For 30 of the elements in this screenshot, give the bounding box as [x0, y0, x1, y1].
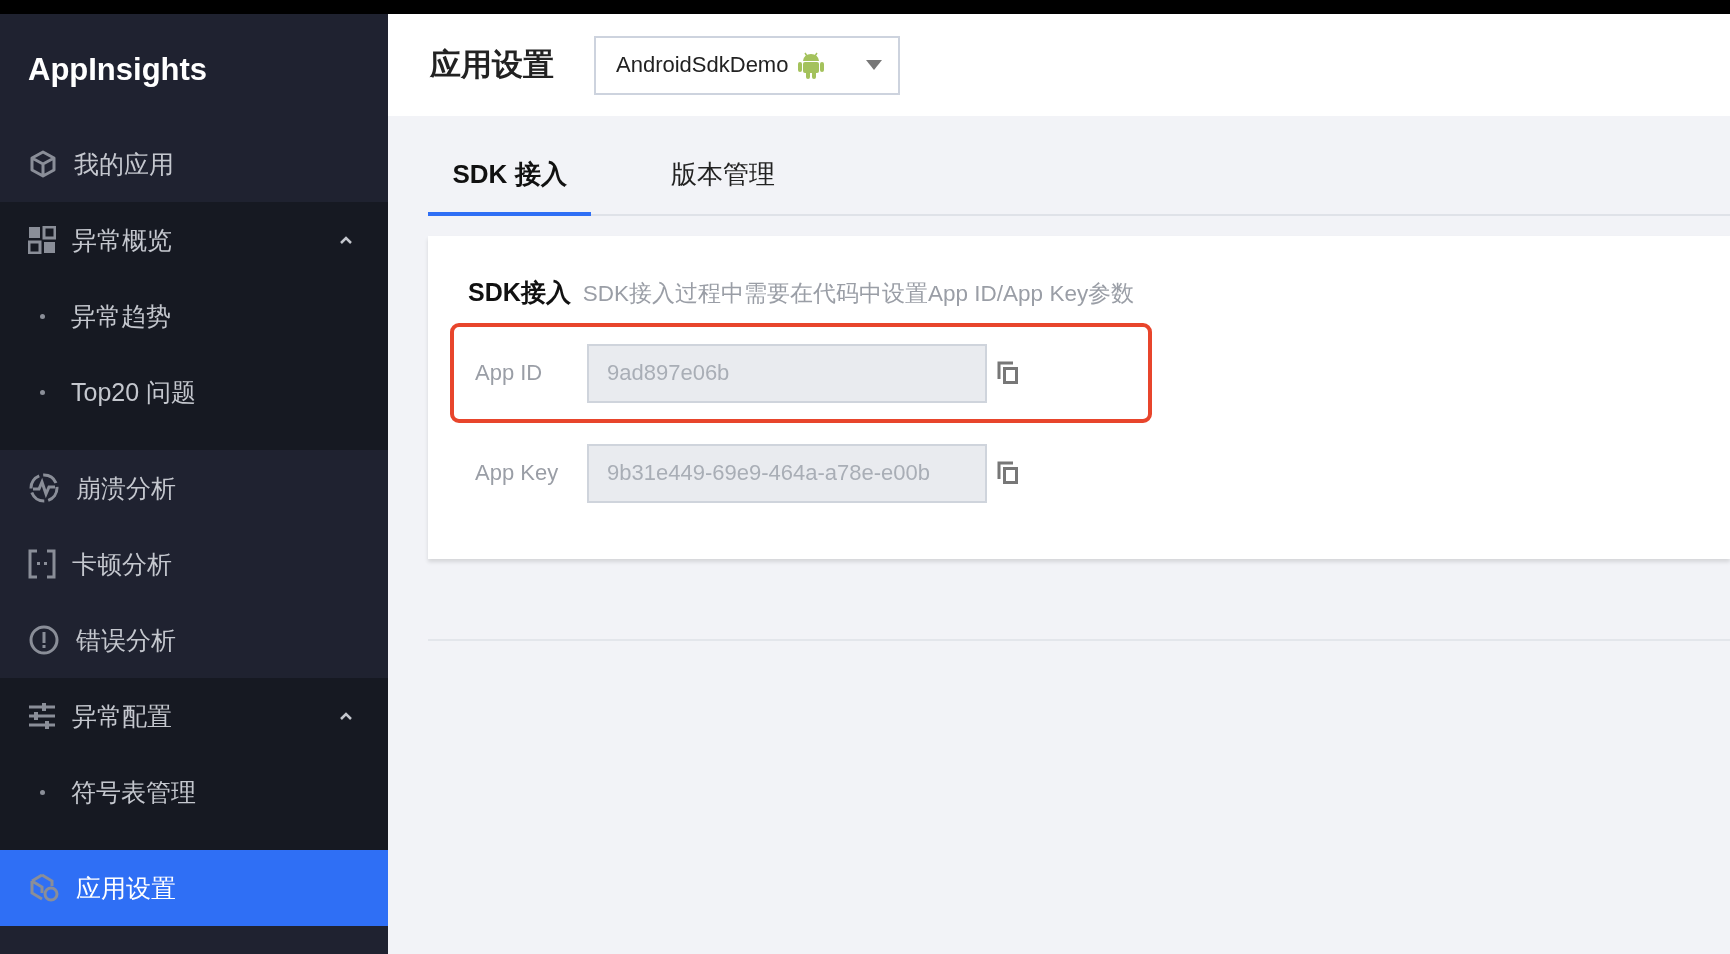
- cube-icon: [28, 149, 58, 179]
- hexagon-gear-icon: [28, 872, 60, 904]
- sidebar-item[interactable]: 应用设置: [0, 850, 388, 926]
- sliders-icon: [28, 702, 56, 730]
- sidebar-item[interactable]: 我的应用: [0, 126, 388, 202]
- pulse-icon: [28, 472, 60, 504]
- alert-icon: [28, 624, 60, 656]
- sidebar-item[interactable]: 卡顿分析: [0, 526, 388, 602]
- card-description: SDK接入过程中需要在代码中设置App ID/App Key参数: [582, 280, 1135, 308]
- sidebar-subitem[interactable]: 符号表管理: [0, 754, 388, 830]
- field-label: App ID: [475, 360, 544, 386]
- sidebar-item[interactable]: 错误分析: [0, 602, 388, 678]
- frame-icon: [28, 549, 56, 579]
- android-icon: [798, 51, 825, 79]
- app-logo: AppInsights: [27, 51, 209, 89]
- page-title: 应用设置: [430, 46, 554, 84]
- chevron-up-icon[interactable]: [340, 712, 352, 720]
- sidebar-subitem[interactable]: 异常趋势: [0, 278, 388, 354]
- card-title: SDK接入: [468, 277, 571, 308]
- chevron-up-icon[interactable]: [340, 236, 352, 244]
- grid-icon: [28, 226, 56, 254]
- tab[interactable]: SDK 接入: [428, 136, 591, 216]
- dropdown-caret-icon: [866, 60, 882, 70]
- field-label: App Key: [475, 460, 560, 486]
- sidebar-item[interactable]: 异常配置: [0, 678, 388, 754]
- sidebar-item[interactable]: 异常概览: [0, 202, 388, 278]
- app-select[interactable]: AndroidSdkDemo: [594, 35, 900, 95]
- sidebar-subitem[interactable]: Top20 问题: [0, 354, 388, 430]
- sidebar-item[interactable]: 崩溃分析: [0, 450, 388, 526]
- tab[interactable]: 版本管理: [641, 136, 804, 216]
